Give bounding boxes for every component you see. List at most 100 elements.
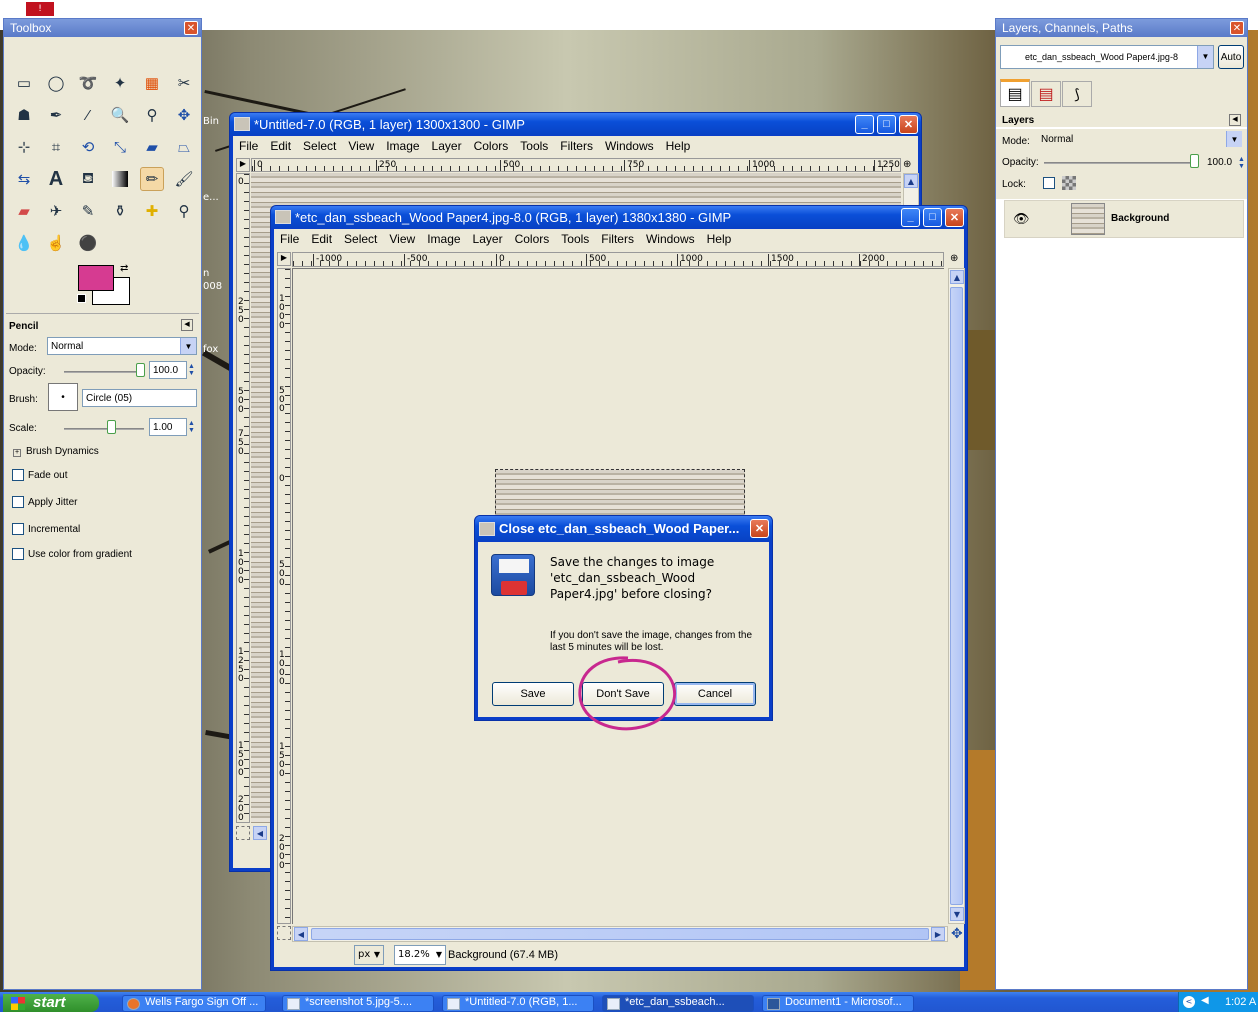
paintbrush-icon[interactable]: 🖌: [172, 167, 196, 191]
scale-slider-handle[interactable]: [107, 420, 116, 434]
opacity-spinner-icon[interactable]: ▲ ▼: [1238, 156, 1245, 170]
text-icon[interactable]: A: [44, 167, 68, 191]
paths-icon[interactable]: ✒: [44, 103, 68, 127]
measure-icon[interactable]: ⚲: [140, 103, 164, 127]
menu-edit[interactable]: Edit: [311, 232, 332, 246]
layer-opacity-slider[interactable]: [1044, 162, 1190, 164]
chevron-down-icon[interactable]: ▼: [371, 946, 383, 962]
brush-dynamics-expander[interactable]: Brush Dynamics: [26, 446, 99, 457]
vertical-ruler[interactable]: 0 250 500 750 1000 1250 1500 2000: [236, 173, 250, 823]
menu-tools[interactable]: Tools: [520, 139, 548, 153]
layers-tab-icon[interactable]: ▤: [1000, 79, 1030, 107]
brush-name-field[interactable]: Circle (05): [82, 389, 197, 407]
move-icon[interactable]: ✥: [172, 103, 196, 127]
fuzzy-select-icon[interactable]: ✦: [108, 71, 132, 95]
color-picker-icon[interactable]: ⁄: [76, 103, 100, 127]
align-icon[interactable]: ⊹: [12, 135, 36, 159]
taskbar-item-wells-fargo[interactable]: Wells Fargo Sign Off ...: [122, 995, 266, 1012]
crop-icon[interactable]: ⌗: [44, 135, 68, 159]
navigate-icon[interactable]: ✥: [951, 926, 963, 942]
horizontal-scroll-thumb[interactable]: [311, 928, 929, 940]
flip-icon[interactable]: ⇆: [12, 167, 36, 191]
apply-jitter-checkbox[interactable]: [12, 496, 24, 508]
lock-pixels-checkbox[interactable]: [1043, 177, 1055, 189]
chevron-down-icon[interactable]: ▼: [433, 946, 445, 962]
smudge-icon[interactable]: ☝: [44, 231, 68, 255]
quickmask-corner-button[interactable]: ▶: [277, 252, 291, 266]
brush-preview-button[interactable]: •: [48, 383, 78, 411]
volume-icon[interactable]: ◀: [1201, 995, 1209, 1006]
airbrush-icon[interactable]: ✈: [44, 199, 68, 223]
dialog-titlebar[interactable]: Close etc_dan_ssbeach_Wood Paper... ✕: [475, 516, 772, 541]
heal-icon[interactable]: ✚: [140, 199, 164, 223]
rotate-icon[interactable]: ⟲: [76, 135, 100, 159]
zoom-select[interactable]: 18.2% ▼: [394, 945, 446, 965]
menu-select[interactable]: Select: [344, 232, 377, 246]
opacity-slider[interactable]: [64, 371, 144, 373]
horizontal-ruler[interactable]: 0 250 500 750 1000 1250: [251, 158, 901, 172]
save-button[interactable]: Save: [492, 682, 574, 706]
blend-icon[interactable]: [108, 167, 132, 191]
scale-spinner-icon[interactable]: ▲ ▼: [188, 420, 195, 434]
rect-select-icon[interactable]: ▭: [12, 71, 36, 95]
scissors-icon[interactable]: ✂: [172, 71, 196, 95]
toolbox-titlebar[interactable]: Toolbox ✕: [4, 19, 201, 37]
scroll-right-icon[interactable]: ▶: [931, 927, 945, 941]
menu-image[interactable]: Image: [386, 139, 419, 153]
dodge-burn-icon[interactable]: ⚫: [76, 231, 100, 255]
chevron-down-icon[interactable]: ▼: [180, 338, 196, 354]
scale-input[interactable]: 1.00: [149, 418, 187, 436]
menu-tools[interactable]: Tools: [561, 232, 589, 246]
visibility-eye-icon[interactable]: 👁: [1013, 211, 1030, 227]
menu-file[interactable]: File: [239, 139, 258, 153]
color-select-icon[interactable]: ▦: [140, 71, 164, 95]
menu-windows[interactable]: Windows: [605, 139, 654, 153]
swap-colors-icon[interactable]: ⇄: [120, 263, 128, 274]
quickmask-corner-button[interactable]: ▶: [236, 158, 250, 172]
ink-icon[interactable]: ✎: [76, 199, 100, 223]
vertical-scroll-thumb[interactable]: [950, 287, 963, 905]
menu-layer[interactable]: Layer: [432, 139, 462, 153]
menu-colors[interactable]: Colors: [515, 232, 550, 246]
close-button[interactable]: ✕: [750, 519, 769, 538]
chevron-down-icon[interactable]: ▼: [1226, 131, 1242, 147]
canvas-image[interactable]: [495, 469, 745, 519]
image-select[interactable]: etc_dan_ssbeach_Wood Paper4.jpg-8 ▼: [1000, 45, 1214, 69]
layers-menu-icon[interactable]: ◀: [1229, 114, 1241, 126]
channels-tab-icon[interactable]: ▤: [1031, 81, 1061, 107]
scale-slider[interactable]: [64, 428, 144, 430]
blur-icon[interactable]: 💧: [12, 231, 36, 255]
expander-icon[interactable]: +: [13, 449, 21, 457]
navigate-corner-button[interactable]: [277, 926, 291, 940]
zoom-icon[interactable]: 🔍: [108, 103, 132, 127]
taskbar-item-screenshot[interactable]: *screenshot 5.jpg-5....: [282, 995, 434, 1012]
perspective-clone-icon[interactable]: ⚲: [172, 199, 196, 223]
menu-filters[interactable]: Filters: [560, 139, 593, 153]
pencil-icon[interactable]: ✏: [140, 167, 164, 191]
opacity-spinner-icon[interactable]: ▲ ▼: [188, 363, 195, 377]
start-button[interactable]: start: [3, 994, 99, 1012]
incremental-checkbox[interactable]: [12, 523, 24, 535]
close-button[interactable]: ✕: [945, 207, 964, 227]
clock[interactable]: 1:02 A: [1225, 996, 1256, 1008]
taskbar-item-wood-paper[interactable]: *etc_dan_ssbeach...: [602, 995, 754, 1012]
navigate-corner-button[interactable]: [236, 826, 250, 840]
taskbar-item-untitled[interactable]: *Untitled-7.0 (RGB, 1...: [442, 995, 594, 1012]
close-icon[interactable]: ✕: [1230, 21, 1244, 35]
menu-filters[interactable]: Filters: [601, 232, 634, 246]
menu-help[interactable]: Help: [666, 139, 691, 153]
chevron-down-icon[interactable]: ▼: [1197, 46, 1213, 68]
vertical-scrollbar[interactable]: ▲ ▼: [948, 268, 965, 924]
free-select-icon[interactable]: ➰: [76, 71, 100, 95]
paths-tab-icon[interactable]: ⟆: [1062, 81, 1092, 107]
scroll-up-icon[interactable]: ▲: [904, 174, 918, 188]
horizontal-ruler[interactable]: -1000 -500 0 500 1000 1500 2000: [292, 252, 944, 267]
top-app-icon[interactable]: !: [26, 2, 54, 16]
menu-file[interactable]: File: [280, 232, 299, 246]
menu-view[interactable]: View: [389, 232, 415, 246]
menu-view[interactable]: View: [348, 139, 374, 153]
shear-icon[interactable]: ▰: [140, 135, 164, 159]
mode-select[interactable]: Normal ▼: [47, 337, 197, 355]
minimize-button[interactable]: _: [855, 114, 874, 134]
menu-layer[interactable]: Layer: [473, 232, 503, 246]
